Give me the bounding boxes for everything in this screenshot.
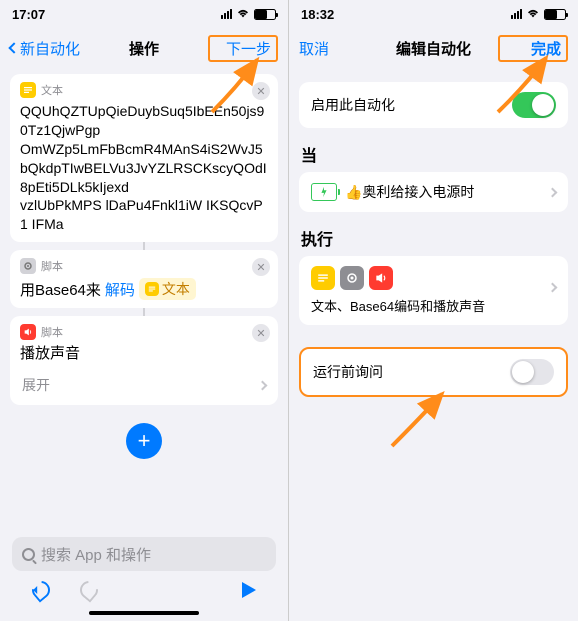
status-time: 17:07: [12, 7, 45, 22]
speaker-icon: [369, 266, 393, 290]
script-prefix: 用Base64来: [20, 279, 101, 300]
status-icons: [511, 9, 566, 20]
text-icon: [20, 82, 36, 98]
when-text: 👍奥利给接入电源时: [345, 182, 474, 202]
exec-actions-row[interactable]: 文本、Base64编码和播放声音: [299, 256, 568, 325]
search-placeholder: 搜索 App 和操作: [41, 544, 151, 565]
signal-icon: [221, 9, 232, 19]
chevron-right-icon: [548, 187, 558, 197]
when-trigger-row[interactable]: 👍奥利给接入电源时: [299, 172, 568, 212]
play-sound-card[interactable]: 脚本 ✕ 播放声音: [10, 316, 278, 372]
play-sound-title: 播放声音: [20, 344, 268, 364]
ask-switch[interactable]: [510, 359, 554, 385]
signal-icon: [511, 9, 522, 19]
gear-icon: [340, 266, 364, 290]
chevron-right-icon: [258, 381, 268, 391]
page-title: 编辑自动化: [396, 38, 471, 59]
text-icon: [311, 266, 335, 290]
status-time: 18:32: [301, 7, 334, 22]
search-icon: [22, 548, 35, 561]
exec-section-label: 执行: [301, 226, 566, 250]
base64-action-card[interactable]: 脚本 ✕ 用Base64来 解码 文本: [10, 250, 278, 308]
text-variable-pill[interactable]: 文本: [139, 278, 196, 300]
status-bar: 18:32: [289, 0, 578, 28]
enable-automation-row: 启用此自动化: [299, 82, 568, 128]
ask-before-run-row: 运行前询问: [299, 347, 568, 397]
chevron-left-icon: [8, 42, 19, 53]
wifi-icon: [236, 9, 250, 19]
connector-line: [10, 242, 278, 250]
search-input[interactable]: 搜索 App 和操作: [12, 537, 276, 571]
decode-action[interactable]: 解码: [105, 279, 135, 300]
script-tag-label: 脚本: [41, 324, 63, 340]
text-body: QQUhQZTUpQieDuybSuq5IbEEn50js90Tz1QjwPgp…: [20, 102, 268, 234]
enable-switch[interactable]: [512, 92, 556, 118]
close-icon[interactable]: ✕: [252, 324, 270, 342]
text-icon: [145, 282, 159, 296]
chevron-right-icon: [548, 283, 558, 293]
speaker-icon: [20, 324, 36, 340]
add-action-button[interactable]: +: [126, 423, 162, 459]
text-action-card[interactable]: 文本 ✕ QQUhQZTUpQieDuybSuq5IbEEn50js90Tz1Q…: [10, 74, 278, 242]
charging-icon: [311, 183, 337, 201]
text-tag-label: 文本: [41, 82, 63, 98]
cancel-button[interactable]: 取消: [299, 38, 369, 59]
play-button[interactable]: [242, 582, 256, 598]
back-label: 新自动化: [20, 38, 80, 59]
battery-icon: [254, 9, 276, 20]
enable-label: 启用此自动化: [311, 95, 395, 115]
nav-bar: 新自动化 操作 下一步: [0, 28, 288, 68]
exec-text: 文本、Base64编码和播放声音: [311, 296, 485, 315]
done-button[interactable]: 完成: [498, 35, 568, 62]
back-button[interactable]: 新自动化: [10, 38, 80, 59]
ask-label: 运行前询问: [313, 362, 383, 382]
close-icon[interactable]: ✕: [252, 258, 270, 276]
status-bar: 17:07: [0, 0, 288, 28]
undo-button[interactable]: [28, 577, 53, 602]
nav-bar: 取消 编辑自动化 完成: [289, 28, 578, 68]
status-icons: [221, 9, 276, 20]
next-button[interactable]: 下一步: [208, 35, 278, 62]
battery-icon: [544, 9, 566, 20]
home-indicator[interactable]: [89, 611, 199, 615]
close-icon[interactable]: ✕: [252, 82, 270, 100]
gear-icon: [20, 258, 36, 274]
when-section-label: 当: [301, 142, 566, 166]
connector-line: [10, 308, 278, 316]
bottom-toolbar: [12, 571, 276, 609]
page-title: 操作: [129, 38, 159, 59]
script-tag-label: 脚本: [41, 258, 63, 274]
redo-button: [76, 577, 101, 602]
wifi-icon: [526, 9, 540, 19]
